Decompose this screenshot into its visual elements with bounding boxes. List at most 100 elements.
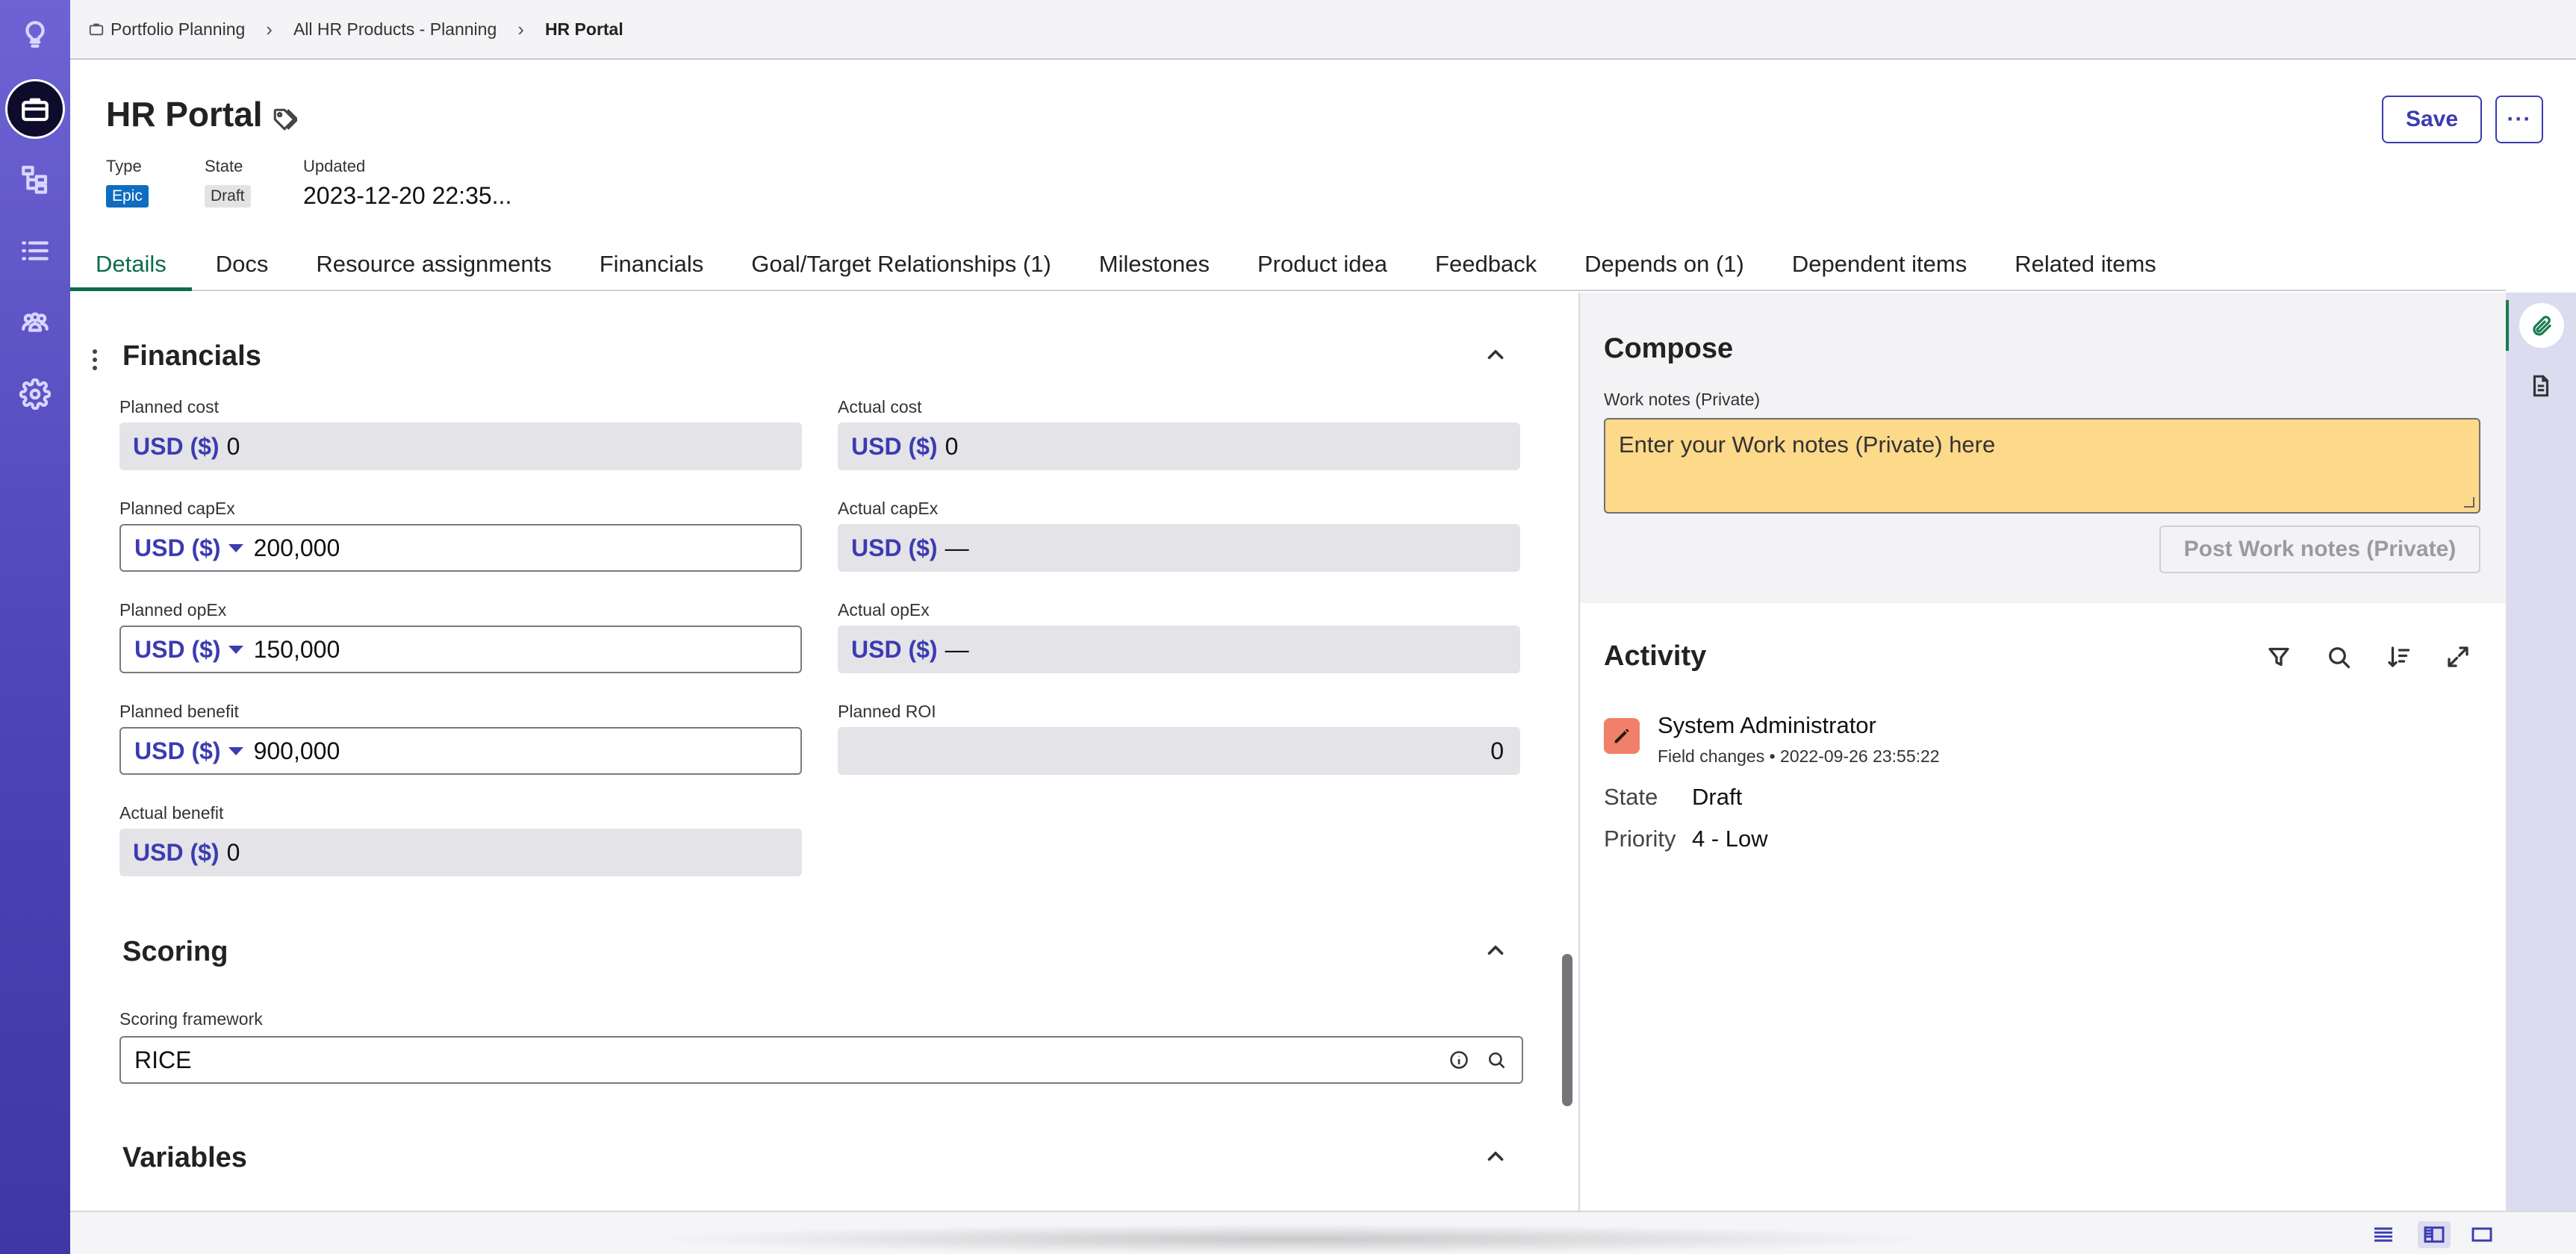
work-notes-input[interactable]: Enter your Work notes (Private) here bbox=[1604, 418, 2480, 514]
field-value: 0 bbox=[1490, 737, 1504, 764]
breadcrumb-all-hr-products[interactable]: All HR Products - Planning bbox=[293, 19, 497, 40]
sort-icon[interactable] bbox=[2385, 643, 2412, 670]
edit-pencil-icon bbox=[1604, 718, 1640, 754]
field-value[interactable]: RICE bbox=[134, 1046, 191, 1074]
page-title: HR Portal bbox=[106, 95, 263, 134]
state-label: State bbox=[205, 157, 243, 175]
resize-handle-icon[interactable] bbox=[2464, 497, 2474, 508]
breadcrumb-current: HR Portal bbox=[544, 19, 623, 39]
caret-down-icon[interactable] bbox=[228, 543, 243, 552]
scrollbar-thumb[interactable] bbox=[1562, 954, 1572, 1106]
single-view-icon[interactable] bbox=[2465, 1221, 2498, 1248]
updated-label: Updated bbox=[303, 157, 366, 175]
attachment-icon[interactable] bbox=[2519, 303, 2564, 348]
actual-cost-field: USD ($) 0 bbox=[838, 422, 1520, 470]
chevron-up-icon[interactable] bbox=[1483, 938, 1508, 963]
activity-subtitle: Field changes • 2022-09-26 23:55:22 bbox=[1658, 746, 1940, 766]
active-indicator bbox=[2506, 300, 2509, 351]
post-work-notes-button[interactable]: Post Work notes (Private) bbox=[2159, 525, 2480, 573]
chevron-up-icon[interactable] bbox=[1483, 342, 1508, 367]
settings-gear-icon[interactable] bbox=[13, 372, 57, 417]
currency-selector[interactable]: USD ($) bbox=[134, 737, 221, 765]
bottom-shadow bbox=[642, 1224, 1941, 1254]
field-change-value: Draft bbox=[1692, 784, 1743, 810]
document-icon[interactable] bbox=[2528, 373, 2555, 400]
planned-opex-label: Planned opEx bbox=[119, 600, 227, 620]
details-form-panel: Financials Planned cost USD ($) 0 Actual… bbox=[70, 293, 1578, 1211]
hierarchy-icon[interactable] bbox=[13, 157, 57, 202]
field-value: 0 bbox=[945, 432, 959, 460]
work-notes-label: Work notes (Private) bbox=[1604, 390, 1761, 409]
briefcase-icon[interactable] bbox=[5, 79, 65, 139]
type-label: Type bbox=[106, 157, 142, 175]
planned-cost-field: USD ($) 0 bbox=[119, 422, 802, 470]
field-value: 0 bbox=[226, 838, 240, 866]
tab-goal-target-relationships[interactable]: Goal/Target Relationships (1) bbox=[727, 240, 1074, 291]
tab-dependent-items[interactable]: Dependent items bbox=[1768, 240, 1991, 291]
currency-selector[interactable]: USD ($) bbox=[134, 534, 221, 562]
actual-capex-label: Actual capEx bbox=[838, 499, 939, 518]
actual-cost-label: Actual cost bbox=[838, 397, 922, 417]
save-button[interactable]: Save bbox=[2382, 96, 2482, 143]
currency-code: USD ($) bbox=[851, 432, 938, 460]
lightbulb-icon[interactable] bbox=[13, 12, 57, 57]
field-value: 0 bbox=[226, 432, 240, 460]
field-change-label: Priority bbox=[1604, 826, 1676, 852]
type-badge: Epic bbox=[106, 185, 149, 208]
actual-capex-field: USD ($) — bbox=[838, 524, 1520, 572]
actual-benefit-field: USD ($) 0 bbox=[119, 829, 802, 876]
tab-related-items[interactable]: Related items bbox=[1991, 240, 2180, 291]
field-change-value: 4 - Low bbox=[1692, 826, 1768, 852]
field-value[interactable]: 200,000 bbox=[254, 534, 340, 562]
left-nav-rail bbox=[0, 0, 70, 1254]
tab-product-idea[interactable]: Product idea bbox=[1233, 240, 1411, 291]
actual-benefit-label: Actual benefit bbox=[119, 803, 224, 823]
tab-depends-on[interactable]: Depends on (1) bbox=[1561, 240, 1768, 291]
tab-feedback[interactable]: Feedback bbox=[1411, 240, 1561, 291]
split-view-icon[interactable] bbox=[2418, 1221, 2451, 1248]
field-value[interactable]: 900,000 bbox=[254, 737, 340, 765]
caret-down-icon[interactable] bbox=[228, 645, 243, 654]
currency-code: USD ($) bbox=[133, 838, 220, 866]
drag-handle-icon[interactable] bbox=[93, 349, 100, 372]
updated-value: 2023-12-20 22:35... bbox=[303, 182, 512, 209]
state-badge: Draft bbox=[205, 185, 251, 208]
tab-resource-assignments[interactable]: Resource assignments bbox=[292, 240, 575, 291]
more-actions-button[interactable]: ··· bbox=[2495, 96, 2543, 143]
field-value[interactable]: 150,000 bbox=[254, 636, 340, 664]
planned-opex-field[interactable]: USD ($) 150,000 bbox=[119, 626, 802, 673]
tab-financials[interactable]: Financials bbox=[576, 240, 728, 291]
filter-icon[interactable] bbox=[2265, 643, 2292, 670]
field-value: — bbox=[945, 534, 969, 561]
variables-heading: Variables bbox=[122, 1142, 247, 1173]
work-notes-placeholder: Enter your Work notes (Private) here bbox=[1619, 431, 1996, 458]
breadcrumb-label[interactable]: Portfolio Planning bbox=[111, 19, 245, 40]
search-icon[interactable] bbox=[2325, 643, 2352, 670]
scoring-framework-label: Scoring framework bbox=[119, 1009, 263, 1029]
currency-code: USD ($) bbox=[133, 432, 220, 460]
tag-icon[interactable] bbox=[272, 107, 299, 132]
currency-selector[interactable]: USD ($) bbox=[134, 636, 221, 664]
breadcrumb-portfolio-planning[interactable]: Portfolio Planning bbox=[88, 19, 245, 40]
caret-down-icon[interactable] bbox=[228, 746, 243, 755]
list-icon[interactable] bbox=[13, 228, 57, 273]
scoring-framework-field[interactable]: RICE bbox=[119, 1036, 1523, 1084]
actual-opex-label: Actual opEx bbox=[838, 600, 930, 620]
team-icon[interactable] bbox=[13, 300, 57, 345]
planned-roi-label: Planned ROI bbox=[838, 702, 936, 721]
chevron-up-icon[interactable] bbox=[1483, 1144, 1508, 1169]
planned-roi-field: 0 bbox=[838, 727, 1520, 775]
info-icon[interactable] bbox=[1449, 1049, 1469, 1070]
compose-panel: Compose Work notes (Private) Enter your … bbox=[1580, 293, 2506, 603]
tab-milestones[interactable]: Milestones bbox=[1075, 240, 1233, 291]
expand-icon[interactable] bbox=[2445, 643, 2471, 670]
planned-capex-field[interactable]: USD ($) 200,000 bbox=[119, 524, 802, 572]
search-icon[interactable] bbox=[1486, 1049, 1507, 1070]
tab-details[interactable]: Details bbox=[70, 240, 192, 291]
chevron-right-icon: › bbox=[517, 17, 524, 40]
right-sidebar bbox=[2506, 293, 2576, 1211]
planned-benefit-field[interactable]: USD ($) 900,000 bbox=[119, 727, 802, 775]
tab-docs[interactable]: Docs bbox=[192, 240, 293, 291]
activity-user-name[interactable]: System Administrator bbox=[1658, 712, 1876, 739]
list-view-icon[interactable] bbox=[2367, 1221, 2400, 1248]
